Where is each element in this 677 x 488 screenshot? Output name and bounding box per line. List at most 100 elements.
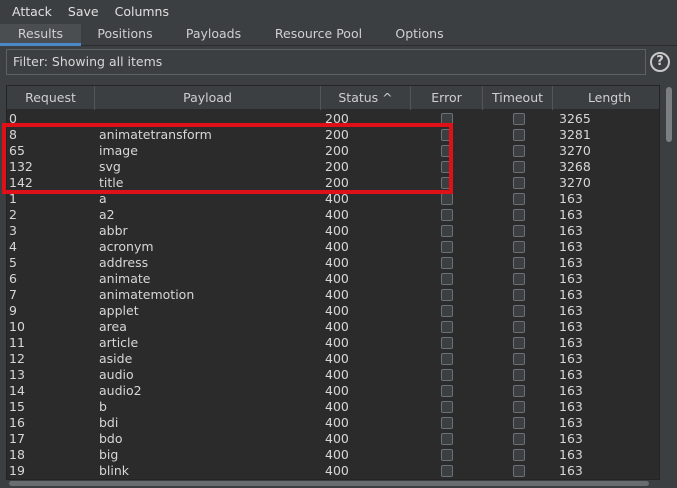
table-row[interactable]: 1 a 400 163: [7, 191, 659, 207]
table-row[interactable]: 142 title 200 3270: [7, 175, 659, 191]
timeout-checkbox[interactable]: [513, 305, 525, 317]
table-row[interactable]: 0 200 3265: [7, 111, 659, 127]
error-checkbox[interactable]: [441, 401, 453, 413]
table-row[interactable]: 65 image 200 3270: [7, 143, 659, 159]
timeout-checkbox[interactable]: [513, 337, 525, 349]
error-checkbox[interactable]: [441, 465, 453, 477]
timeout-checkbox[interactable]: [513, 321, 525, 333]
table-row[interactable]: 15 b 400 163: [7, 399, 659, 415]
timeout-checkbox[interactable]: [513, 449, 525, 461]
column-header-payload[interactable]: Payload: [95, 86, 321, 110]
tab-options[interactable]: Options: [379, 24, 460, 46]
table-row[interactable]: 8 animatetransform 200 3281: [7, 127, 659, 143]
table-row[interactable]: 4 acronym 400 163: [7, 239, 659, 255]
error-checkbox[interactable]: [441, 417, 453, 429]
timeout-checkbox[interactable]: [513, 385, 525, 397]
error-checkbox[interactable]: [441, 337, 453, 349]
table-row[interactable]: 9 applet 400 163: [7, 303, 659, 319]
error-checkbox[interactable]: [441, 241, 453, 253]
column-header-length[interactable]: Length: [553, 86, 659, 110]
error-checkbox[interactable]: [441, 113, 453, 125]
column-header-timeout[interactable]: Timeout: [483, 86, 553, 110]
timeout-checkbox[interactable]: [513, 145, 525, 157]
status-cell: 200: [325, 127, 349, 142]
menu-save[interactable]: Save: [60, 0, 107, 24]
request-cell: 4: [9, 239, 17, 254]
column-header-request[interactable]: Request: [7, 86, 95, 110]
column-header-status[interactable]: Status ^: [321, 86, 411, 110]
error-checkbox[interactable]: [441, 161, 453, 173]
error-checkbox[interactable]: [441, 257, 453, 269]
timeout-checkbox[interactable]: [513, 401, 525, 413]
timeout-checkbox[interactable]: [513, 465, 525, 477]
vertical-scroll-thumb[interactable]: [666, 87, 672, 142]
filter-bar[interactable]: Filter: Showing all items: [6, 49, 646, 75]
error-checkbox[interactable]: [441, 193, 453, 205]
timeout-checkbox[interactable]: [513, 113, 525, 125]
table-row[interactable]: 132 svg 200 3268: [7, 159, 659, 175]
timeout-checkbox[interactable]: [513, 273, 525, 285]
table-row[interactable]: 14 audio2 400 163: [7, 383, 659, 399]
timeout-checkbox[interactable]: [513, 353, 525, 365]
error-checkbox[interactable]: [441, 353, 453, 365]
timeout-checkbox[interactable]: [513, 129, 525, 141]
timeout-checkbox[interactable]: [513, 177, 525, 189]
table-row[interactable]: 3 abbr 400 163: [7, 223, 659, 239]
table-row[interactable]: 7 animatemotion 400 163: [7, 287, 659, 303]
timeout-checkbox[interactable]: [513, 209, 525, 221]
vertical-scrollbar[interactable]: [663, 85, 675, 480]
status-cell: 400: [325, 447, 349, 462]
error-checkbox[interactable]: [441, 385, 453, 397]
table-row[interactable]: 2 a2 400 163: [7, 207, 659, 223]
timeout-checkbox[interactable]: [513, 241, 525, 253]
error-checkbox[interactable]: [441, 273, 453, 285]
table-row[interactable]: 6 animate 400 163: [7, 271, 659, 287]
timeout-checkbox[interactable]: [513, 433, 525, 445]
menu-columns[interactable]: Columns: [107, 0, 177, 24]
error-checkbox[interactable]: [441, 145, 453, 157]
error-checkbox[interactable]: [441, 209, 453, 221]
timeout-checkbox[interactable]: [513, 193, 525, 205]
timeout-checkbox[interactable]: [513, 289, 525, 301]
tab-positions[interactable]: Positions: [81, 24, 169, 46]
error-checkbox[interactable]: [441, 305, 453, 317]
error-checkbox[interactable]: [441, 433, 453, 445]
tab-payloads[interactable]: Payloads: [169, 24, 258, 46]
status-cell: 200: [325, 159, 349, 174]
error-checkbox[interactable]: [441, 321, 453, 333]
status-cell: 400: [325, 367, 349, 382]
table-row[interactable]: 10 area 400 163: [7, 319, 659, 335]
payload-cell: aside: [99, 351, 133, 366]
horizontal-scroll-thumb[interactable]: [9, 481, 649, 486]
menu-attack[interactable]: Attack: [4, 0, 60, 24]
table-row[interactable]: 18 big 400 163: [7, 447, 659, 463]
table-row[interactable]: 19 blink 400 163: [7, 463, 659, 479]
table-row[interactable]: 17 bdo 400 163: [7, 431, 659, 447]
help-icon[interactable]: ?: [650, 52, 670, 72]
timeout-checkbox[interactable]: [513, 225, 525, 237]
status-cell: 400: [325, 303, 349, 318]
table-row[interactable]: 16 bdi 400 163: [7, 415, 659, 431]
timeout-checkbox[interactable]: [513, 161, 525, 173]
column-header-error[interactable]: Error: [411, 86, 483, 110]
tab-results[interactable]: Results: [0, 24, 81, 46]
table-row[interactable]: 11 article 400 163: [7, 335, 659, 351]
timeout-checkbox[interactable]: [513, 417, 525, 429]
horizontal-scrollbar[interactable]: [6, 480, 660, 488]
error-checkbox[interactable]: [441, 225, 453, 237]
error-checkbox[interactable]: [441, 449, 453, 461]
table-row[interactable]: 12 aside 400 163: [7, 351, 659, 367]
table-row[interactable]: 5 address 400 163: [7, 255, 659, 271]
error-checkbox[interactable]: [441, 369, 453, 381]
request-cell: 11: [9, 335, 25, 350]
error-checkbox[interactable]: [441, 177, 453, 189]
error-checkbox[interactable]: [441, 129, 453, 141]
payload-cell: abbr: [99, 223, 128, 238]
request-cell: 2: [9, 207, 17, 222]
error-checkbox[interactable]: [441, 289, 453, 301]
tab-resource-pool[interactable]: Resource Pool: [258, 24, 379, 46]
timeout-checkbox[interactable]: [513, 369, 525, 381]
timeout-checkbox[interactable]: [513, 257, 525, 269]
table-row[interactable]: 13 audio 400 163: [7, 367, 659, 383]
request-cell: 7: [9, 287, 17, 302]
